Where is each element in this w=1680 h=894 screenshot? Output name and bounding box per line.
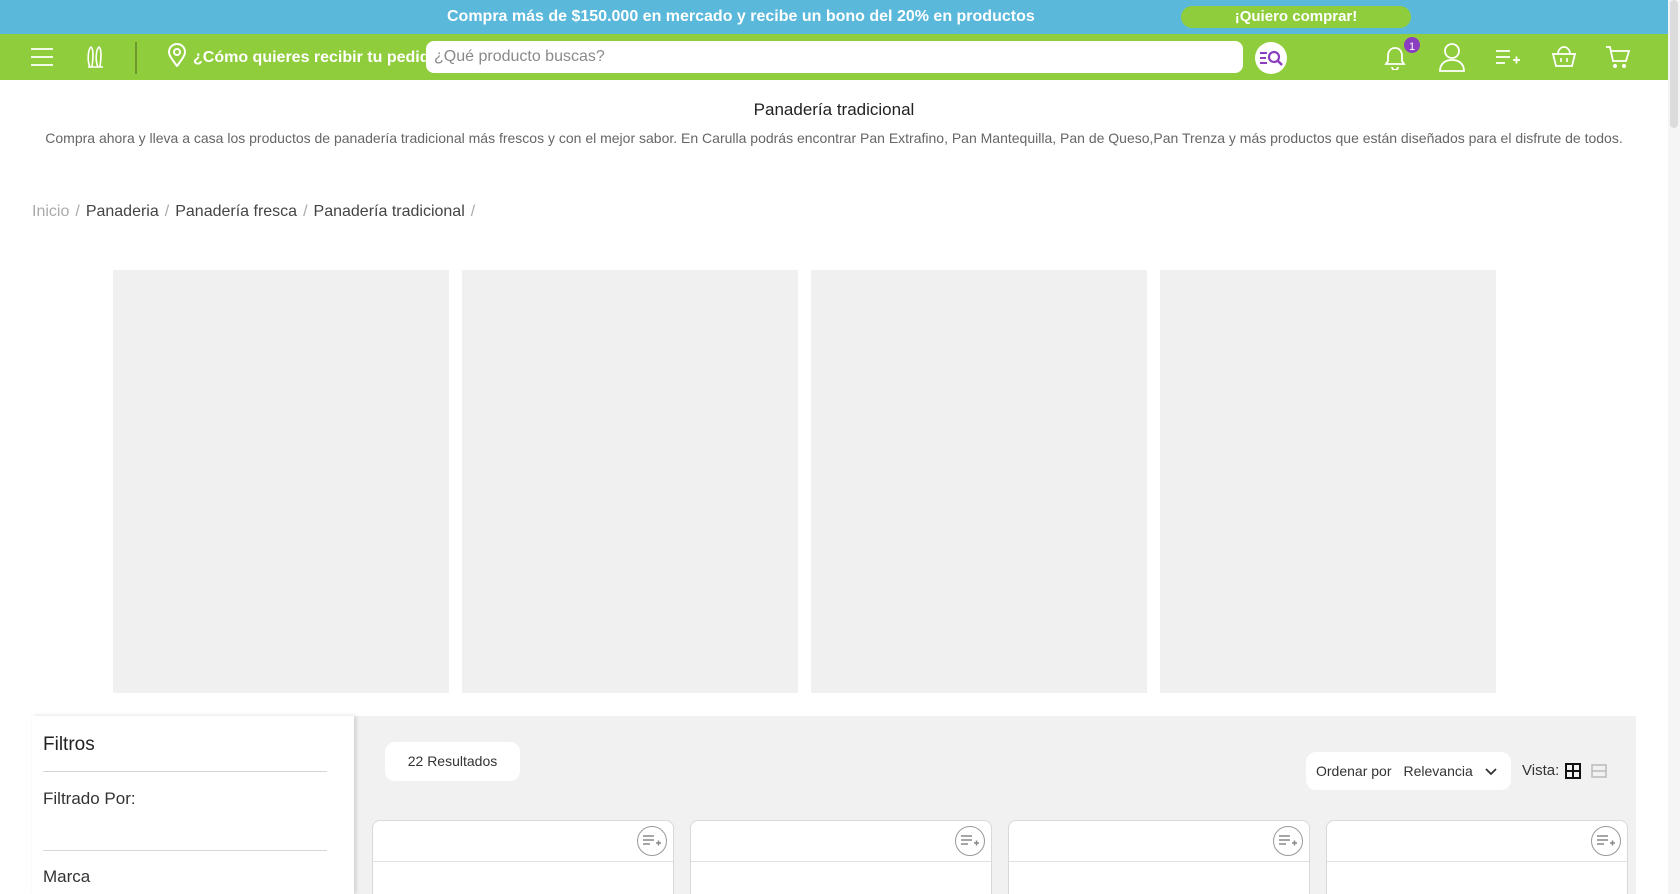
brand-logo-icon[interactable] <box>84 43 106 71</box>
results-count: 22 Resultados <box>385 742 520 781</box>
product-card[interactable] <box>1326 820 1628 894</box>
breadcrumb-item[interactable]: Panadería fresca <box>175 203 297 221</box>
product-card[interactable] <box>372 820 674 894</box>
main-header: ¿Cómo quieres recibir tu pedido? 1 <box>0 34 1668 80</box>
user-icon[interactable] <box>1437 42 1467 72</box>
add-to-list-icon[interactable] <box>637 826 667 856</box>
add-to-list-icon[interactable] <box>955 826 985 856</box>
breadcrumb-item[interactable]: Inicio <box>32 203 69 221</box>
menu-icon[interactable] <box>30 45 54 69</box>
promo-text: Compra más de $150.000 en mercado y reci… <box>447 8 1035 25</box>
card-divider <box>373 861 673 862</box>
grid-view-icon[interactable] <box>1564 762 1582 780</box>
page-scrollbar[interactable] <box>1668 0 1680 894</box>
search-list-icon[interactable] <box>1255 42 1287 74</box>
list-view-icon[interactable] <box>1590 762 1608 780</box>
breadcrumb-item[interactable]: Panadería tradicional <box>314 203 465 221</box>
notification-badge: 1 <box>1402 35 1422 55</box>
add-to-list-icon[interactable] <box>1591 826 1621 856</box>
filters-panel: Filtros Filtrado Por: Marca <box>32 716 354 894</box>
card-divider <box>1009 861 1309 862</box>
promo-bar: Compra más de $150.000 en mercado y reci… <box>0 0 1668 34</box>
card-divider <box>1327 861 1627 862</box>
promo-cta-button[interactable]: ¡Quiero comprar! <box>1181 6 1411 28</box>
sort-label: Ordenar por <box>1316 763 1392 779</box>
cart-icon[interactable] <box>1605 44 1631 70</box>
filters-divider <box>43 850 327 851</box>
search-input[interactable] <box>426 41 1243 73</box>
delivery-selector[interactable]: ¿Cómo quieres recibir tu pedido? <box>167 43 449 72</box>
breadcrumb-separator: / <box>470 203 476 220</box>
card-divider <box>691 861 991 862</box>
add-list-icon[interactable] <box>1496 46 1520 68</box>
add-to-list-icon[interactable] <box>1273 826 1303 856</box>
sort-dropdown[interactable]: Ordenar por Relevancia <box>1306 752 1511 790</box>
location-pin-icon <box>167 43 187 72</box>
filtered-by-label: Filtrado Por: <box>43 789 136 808</box>
basket-icon[interactable] <box>1551 43 1577 69</box>
category-description: Compra ahora y lleva a casa los producto… <box>45 130 1623 146</box>
view-label: Vista: <box>1522 762 1560 779</box>
banner-placeholder[interactable] <box>113 270 449 693</box>
header-divider <box>135 42 137 74</box>
breadcrumb-separator: / <box>303 203 308 220</box>
breadcrumb: Inicio / Panaderia / Panadería fresca / … <box>32 203 475 221</box>
banner-placeholder[interactable] <box>462 270 798 693</box>
sort-value: Relevancia <box>1403 763 1473 779</box>
product-card[interactable] <box>690 820 992 894</box>
breadcrumb-item[interactable]: Panaderia <box>86 203 159 221</box>
brand-filter-header[interactable]: Marca <box>43 867 90 887</box>
filters-divider <box>43 771 327 772</box>
breadcrumb-separator: / <box>75 203 80 220</box>
category-title: Panadería tradicional <box>753 100 915 119</box>
banner-placeholder[interactable] <box>1160 270 1496 693</box>
product-card[interactable] <box>1008 820 1310 894</box>
delivery-text: ¿Cómo quieres recibir tu pedido? <box>193 48 450 66</box>
scrollbar-thumb[interactable] <box>1670 0 1678 128</box>
banner-placeholder[interactable] <box>811 270 1147 693</box>
filters-title: Filtros <box>43 734 95 755</box>
chevron-down-icon <box>1485 763 1497 779</box>
breadcrumb-separator: / <box>164 203 170 220</box>
